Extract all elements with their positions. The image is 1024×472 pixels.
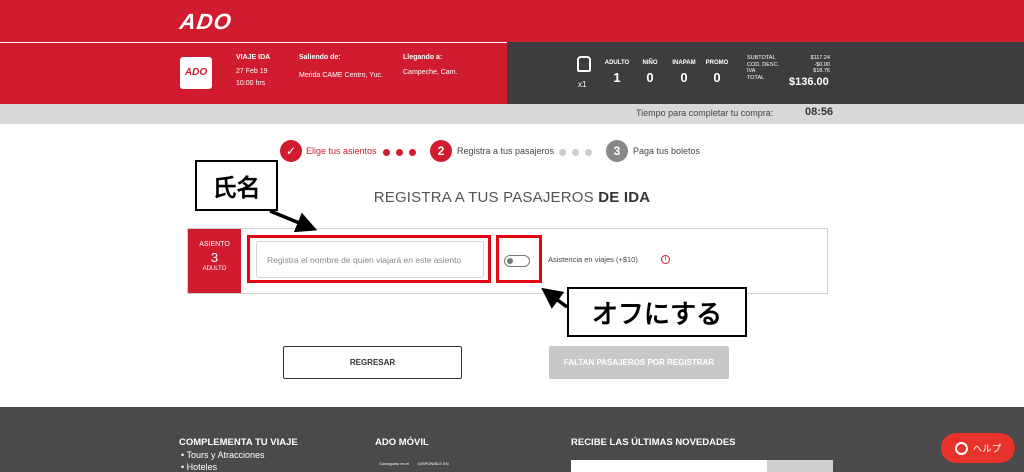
help-label: ヘルプ	[972, 444, 1002, 455]
complement-heading: COMPLEMENTA TU VIAJE	[179, 437, 298, 448]
chat-bubble-icon	[954, 441, 968, 455]
annotation-arrows	[269, 209, 569, 309]
app-store-text: Consíguelo en el	[379, 461, 410, 466]
footer-link-label: Tours y Atracciones	[186, 450, 265, 460]
help-button[interactable]: ヘルプ	[941, 433, 1015, 463]
toggle-arrow	[541, 287, 569, 309]
mobile-heading: ADO MÓVIL	[375, 437, 429, 448]
newsletter-heading: RECIBE LAS ÚLTIMAS NOVEDADES	[571, 437, 736, 448]
continue-button[interactable]: FALTAN PASAJEROS POR REGISTRAR	[549, 346, 729, 379]
app-store-badge[interactable]: Consíguelo en el	[379, 461, 417, 472]
footer	[0, 407, 1024, 472]
footer-link-hotels[interactable]: • Hoteles	[181, 462, 217, 472]
footer-link-label: Hoteles	[186, 462, 218, 472]
newsletter-submit-button[interactable]	[767, 460, 833, 472]
back-button[interactable]: REGRESAR	[283, 346, 462, 379]
play-store-text: DISPONIBLE EN	[418, 461, 449, 466]
play-store-badge[interactable]: DISPONIBLE EN	[418, 461, 456, 472]
name-arrow	[269, 209, 318, 233]
newsletter-email-input[interactable]	[571, 460, 767, 472]
footer-link-tours[interactable]: • Tours y Atracciones	[181, 450, 265, 460]
